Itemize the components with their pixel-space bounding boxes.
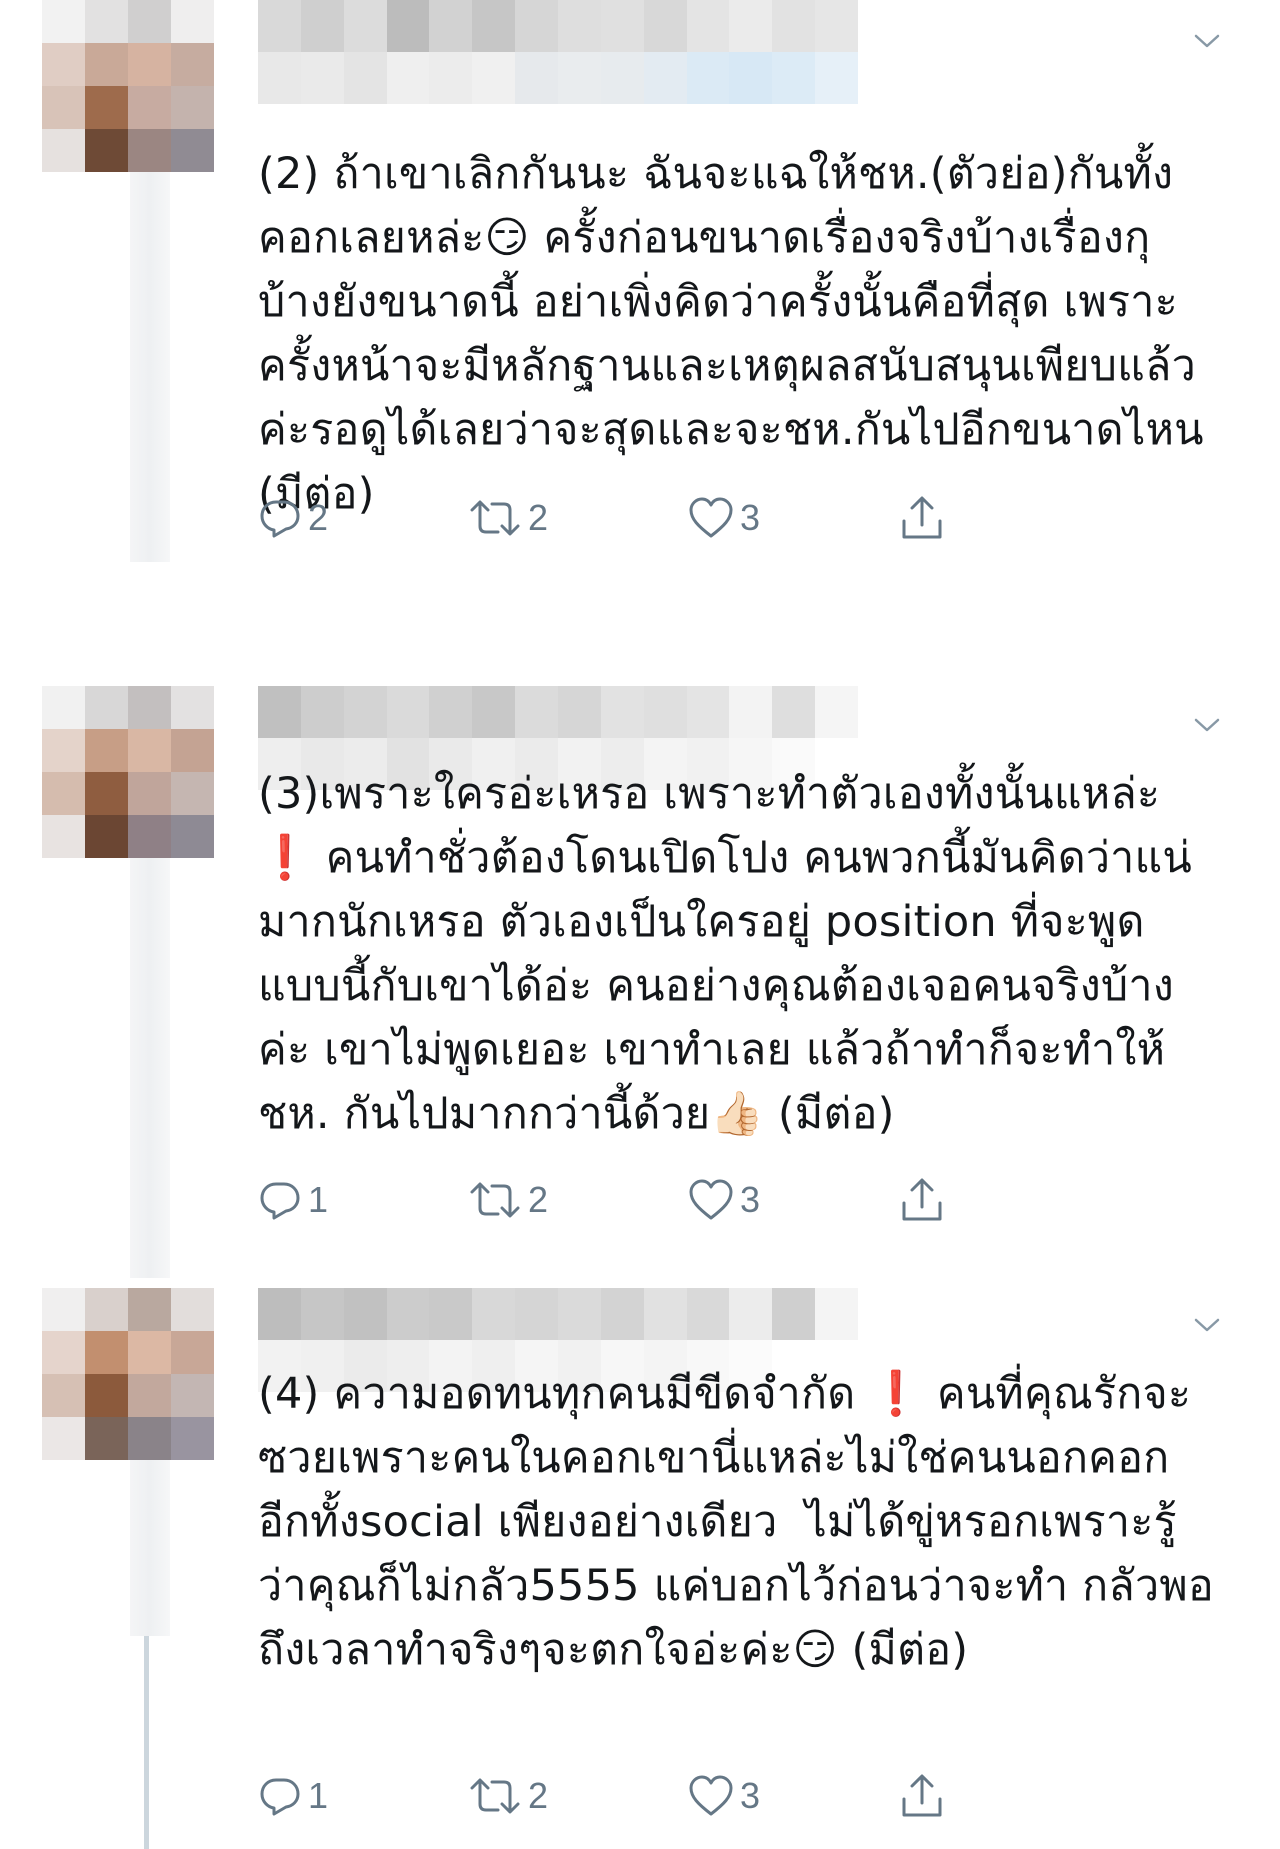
avatar-stem xyxy=(130,858,170,1278)
avatar[interactable] xyxy=(42,1288,214,1460)
retweet-button[interactable]: 2 xyxy=(468,1170,548,1230)
tweet-text: (4) ความอดทนทุกคนมีขีดจำกัด ❗️ คนที่คุณร… xyxy=(258,1369,1214,1675)
reply-icon xyxy=(260,500,300,538)
reply-count: 2 xyxy=(308,497,329,538)
tweet-text: (2) ถ้าเขาเลิกกันนะ ฉันจะแฉให้ชห.(ตัวย่อ… xyxy=(258,149,1218,519)
avatar-stem xyxy=(130,1460,170,1636)
retweet-count: 2 xyxy=(528,497,549,538)
user-name-redacted[interactable] xyxy=(258,0,859,105)
share-button[interactable] xyxy=(900,1766,944,1826)
chevron-down-icon[interactable] xyxy=(1194,712,1220,738)
reply-button[interactable]: 1 xyxy=(258,1170,328,1230)
like-button[interactable]: 3 xyxy=(688,1170,760,1230)
share-icon xyxy=(902,1774,942,1817)
thread-connector-line xyxy=(144,1636,149,1849)
like-button[interactable]: 3 xyxy=(688,1766,760,1826)
tweet[interactable]: (3)เพราะใครอ่ะเหรอ เพราะทำตัวเองทั้งนั้น… xyxy=(0,686,1280,1278)
retweet-icon xyxy=(470,1182,520,1218)
avatar[interactable] xyxy=(42,686,214,858)
like-button[interactable]: 3 xyxy=(688,488,760,548)
like-count: 3 xyxy=(740,1179,761,1220)
reply-count: 1 xyxy=(308,1775,329,1816)
reply-icon xyxy=(260,1778,300,1816)
heart-icon xyxy=(689,497,733,538)
avatar-stem xyxy=(130,172,170,562)
retweet-icon xyxy=(470,500,520,536)
retweet-count: 2 xyxy=(528,1775,549,1816)
chevron-down-icon[interactable] xyxy=(1194,1312,1220,1338)
heart-icon xyxy=(689,1775,733,1816)
reply-icon xyxy=(260,1182,300,1220)
tweet-text: (3)เพราะใครอ่ะเหรอ เพราะทำตัวเองทั้งนั้น… xyxy=(258,769,1193,1139)
tweet[interactable]: (4) ความอดทนทุกคนมีขีดจำกัด ❗️ คนที่คุณร… xyxy=(0,1288,1280,1849)
retweet-count: 2 xyxy=(528,1179,549,1220)
retweet-button[interactable]: 2 xyxy=(468,488,548,548)
retweet-icon xyxy=(470,1778,520,1814)
tweet[interactable]: (2) ถ้าเขาเลิกกันนะ ฉันจะแฉให้ชห.(ตัวย่อ… xyxy=(0,0,1280,562)
avatar[interactable] xyxy=(42,0,214,172)
heart-icon xyxy=(689,1179,733,1220)
reply-count: 1 xyxy=(308,1179,329,1220)
tweet-actions: 2 2 3 xyxy=(258,488,1098,548)
share-icon xyxy=(902,496,942,539)
retweet-button[interactable]: 2 xyxy=(468,1766,548,1826)
share-icon xyxy=(902,1178,942,1221)
tweet-actions: 1 2 3 xyxy=(258,1170,1098,1230)
share-button[interactable] xyxy=(900,1170,944,1230)
tweet-actions: 1 2 3 xyxy=(258,1766,1098,1826)
like-count: 3 xyxy=(740,1775,761,1816)
like-count: 3 xyxy=(740,497,761,538)
reply-button[interactable]: 1 xyxy=(258,1766,328,1826)
share-button[interactable] xyxy=(900,488,944,548)
chevron-down-icon[interactable] xyxy=(1194,28,1220,54)
reply-button[interactable]: 2 xyxy=(258,488,328,548)
